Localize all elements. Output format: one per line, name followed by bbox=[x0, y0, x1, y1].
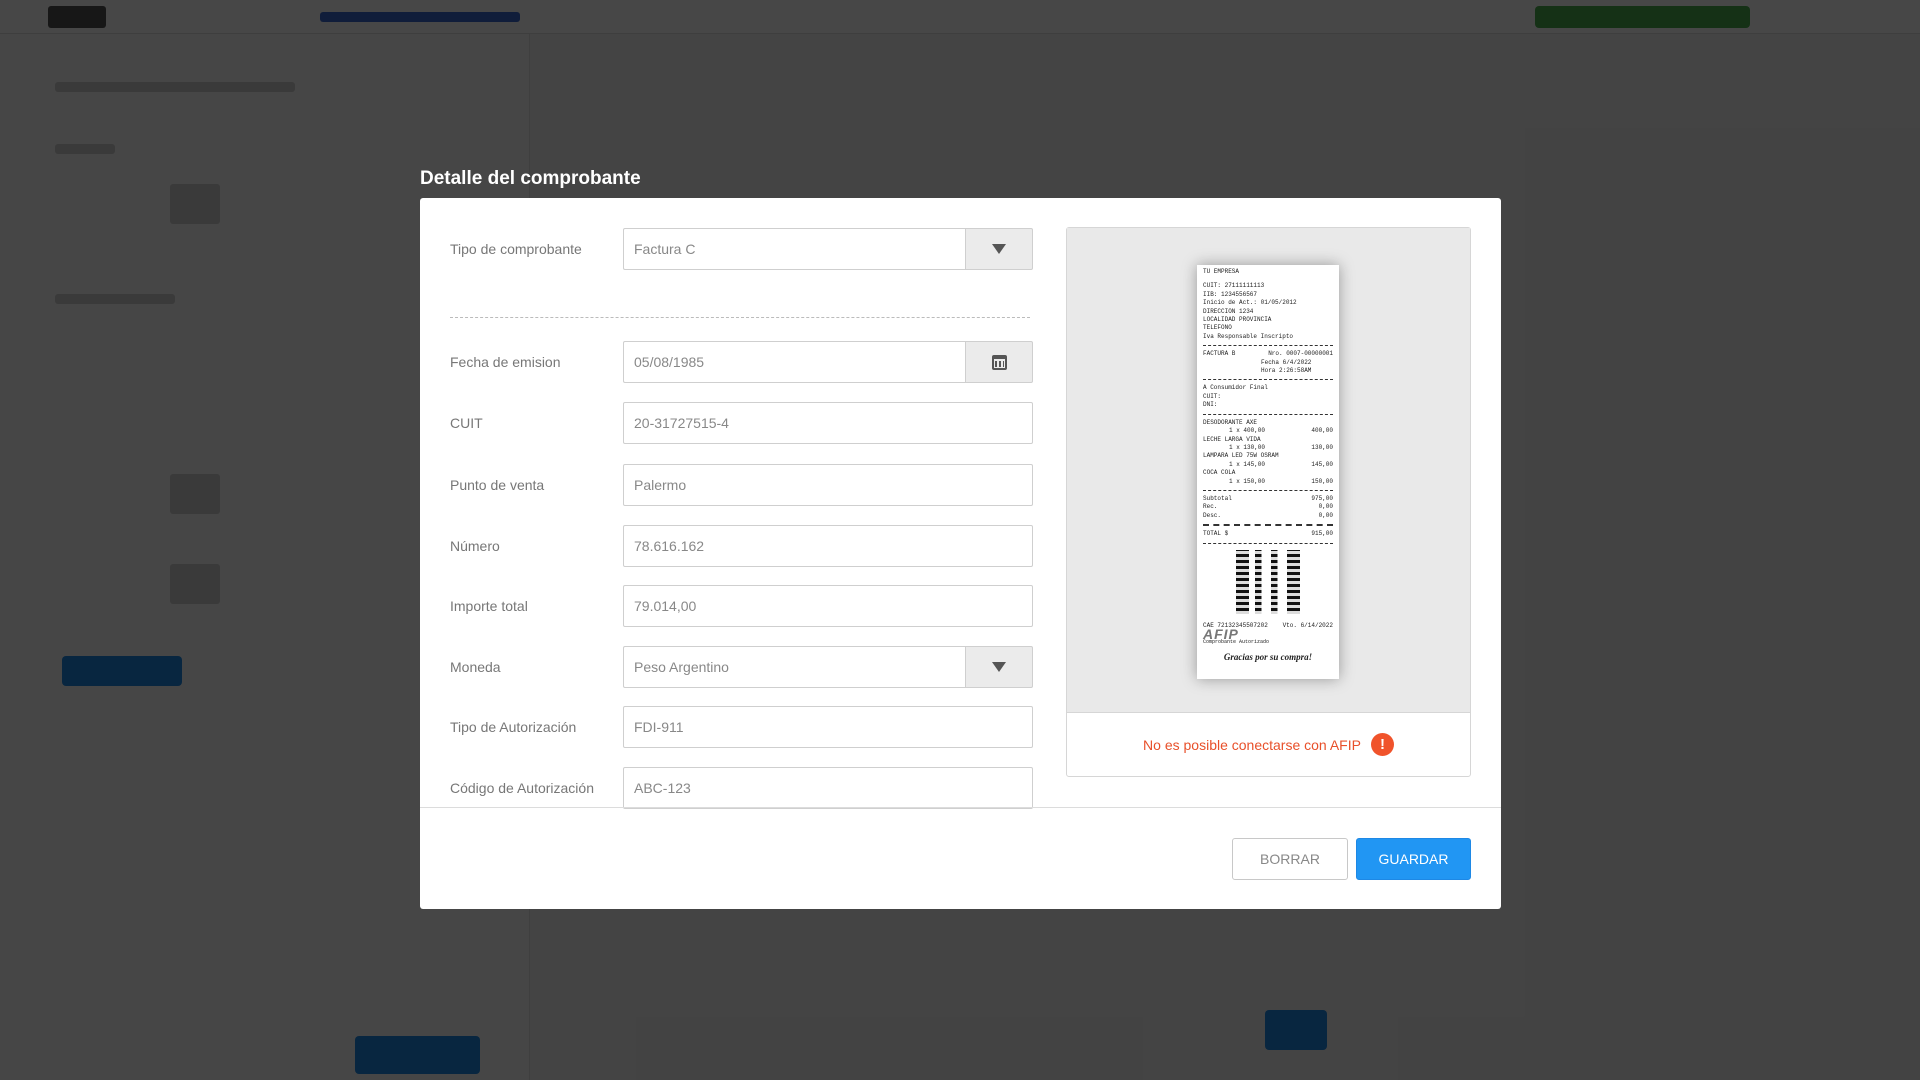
fecha-emision-input[interactable]: 05/08/1985 bbox=[623, 341, 965, 383]
calendar-button[interactable] bbox=[965, 341, 1033, 383]
row-punto-venta: Punto de venta Palermo bbox=[450, 464, 1033, 506]
receipt-telefono: TELEFONO bbox=[1203, 324, 1232, 332]
receipt-item2: LECHE LARGA VIDA bbox=[1203, 435, 1261, 443]
form-separator bbox=[450, 317, 1030, 318]
receipt-item1: DESODORANTE AXE bbox=[1203, 418, 1258, 426]
receipt-item4-total: 150,00 bbox=[1311, 477, 1333, 485]
receipt-item2-qty: 1 x 130,00 bbox=[1229, 443, 1266, 451]
cuit-input[interactable]: 20-31727515-4 bbox=[623, 402, 1033, 444]
receipt-rec: 0,00 bbox=[1318, 503, 1333, 511]
receipt-image-area: TU EMPRESA CUIT: 27111111113 IIB: 123455… bbox=[1067, 228, 1470, 713]
receipt-rec-label: Rec. bbox=[1203, 503, 1218, 511]
label-tipo-autorizacion: Tipo de Autorización bbox=[450, 719, 577, 735]
tipo-autorizacion-input[interactable]: FDI-911 bbox=[623, 706, 1033, 748]
receipt-item3-qty: 1 x 145,00 bbox=[1229, 460, 1266, 468]
label-moneda: Moneda bbox=[450, 659, 501, 675]
moneda-select[interactable]: Peso Argentino bbox=[623, 646, 965, 688]
label-tipo-comprobante: Tipo de comprobante bbox=[450, 241, 582, 257]
row-numero: Número 78.616.162 bbox=[450, 525, 1033, 567]
punto-venta-input[interactable]: Palermo bbox=[623, 464, 1033, 506]
exclamation-icon: ! bbox=[1370, 733, 1394, 756]
receipt-fecha: Fecha 6/4/2022 bbox=[1261, 358, 1312, 366]
receipt-total: 915,00 bbox=[1311, 530, 1333, 538]
receipt-desc: 0,00 bbox=[1318, 511, 1333, 519]
receipt-item2-total: 130,00 bbox=[1311, 443, 1333, 451]
caret-down-icon bbox=[992, 662, 1006, 672]
row-tipo-autorizacion: Tipo de Autorización FDI-911 bbox=[450, 706, 1033, 748]
label-punto-venta: Punto de venta bbox=[450, 477, 545, 493]
receipt-item4: COCA COLA bbox=[1203, 469, 1236, 477]
receipt-direccion: DIRECCION 1234 bbox=[1203, 307, 1254, 315]
numero-input[interactable]: 78.616.162 bbox=[623, 525, 1033, 567]
receipt-divider bbox=[1203, 524, 1333, 527]
receipt-item3: LAMPARA LED 75W OSRAM bbox=[1203, 452, 1279, 460]
receipt-hora: Hora 2:26:58AM bbox=[1261, 367, 1312, 375]
tipo-comprobante-select[interactable]: Factura C bbox=[623, 228, 965, 270]
receipt-desc-label: Desc. bbox=[1203, 511, 1222, 519]
modal-title: Detalle del comprobante bbox=[420, 168, 641, 189]
receipt-vto: Vto. 6/14/2022 bbox=[1282, 621, 1333, 629]
importe-total-input[interactable]: 79.014,00 bbox=[623, 585, 1033, 627]
modal-dialog: Tipo de comprobante Factura C Fecha de e… bbox=[420, 198, 1501, 909]
receipt-divider bbox=[1203, 379, 1333, 381]
label-numero: Número bbox=[450, 538, 500, 554]
label-fecha-emision: Fecha de emision bbox=[450, 354, 561, 370]
moneda-dropdown-button[interactable] bbox=[965, 646, 1033, 688]
receipt-iva: Iva Responsable Inscripto bbox=[1203, 332, 1294, 340]
label-cuit: CUIT bbox=[450, 415, 483, 431]
receipt-subtotal: 975,00 bbox=[1311, 494, 1333, 502]
receipt-consumidor: A Consumidor Final bbox=[1203, 384, 1268, 392]
receipt-cuit2: CUIT: bbox=[1203, 392, 1222, 400]
receipt-autorizado: Comprobante Autorizado bbox=[1203, 639, 1270, 646]
receipt-iib: IIB: 1234556567 bbox=[1203, 290, 1258, 298]
receipt-company: TU EMPRESA bbox=[1203, 268, 1240, 275]
receipt-localidad: LOCALIDAD PROVINCIA bbox=[1203, 316, 1272, 324]
afip-logo: AFIP bbox=[1203, 625, 1239, 642]
guardar-button[interactable]: GUARDAR bbox=[1356, 838, 1471, 880]
tipo-comprobante-dropdown-button[interactable] bbox=[965, 228, 1033, 270]
receipt-total-label: TOTAL $ bbox=[1203, 530, 1229, 538]
receipt-image[interactable]: TU EMPRESA CUIT: 27111111113 IIB: 123455… bbox=[1197, 265, 1339, 679]
receipt-thanks: Gracias por su compra! bbox=[1223, 651, 1313, 662]
afip-warning-text: No es posible conectarse con AFIP bbox=[1143, 736, 1361, 753]
footer-divider bbox=[420, 807, 1501, 808]
qr-code-icon bbox=[1236, 549, 1300, 614]
borrar-button[interactable]: BORRAR bbox=[1232, 838, 1348, 880]
calendar-icon bbox=[991, 354, 1007, 370]
receipt-item4-qty: 1 x 150,00 bbox=[1229, 477, 1266, 485]
codigo-autorizacion-input[interactable]: ABC-123 bbox=[623, 767, 1033, 809]
receipt-cuit: CUIT: 27111111113 bbox=[1203, 282, 1265, 290]
receipt-divider bbox=[1203, 413, 1333, 415]
receipt-inicio: Inicio de Act.: 01/05/2012 bbox=[1203, 299, 1297, 307]
afip-warning: No es posible conectarse con AFIP ! bbox=[1067, 713, 1470, 776]
row-cuit: CUIT 20-31727515-4 bbox=[450, 402, 1033, 444]
row-fecha-emision: Fecha de emision 05/08/1985 bbox=[450, 341, 1033, 383]
receipt-subtotal-label: Subtotal bbox=[1203, 494, 1232, 502]
receipt-item1-qty: 1 x 400,00 bbox=[1229, 427, 1266, 435]
receipt-item3-total: 145,00 bbox=[1311, 460, 1333, 468]
receipt-divider bbox=[1203, 542, 1333, 544]
receipt-preview-panel: TU EMPRESA CUIT: 27111111113 IIB: 123455… bbox=[1066, 227, 1471, 777]
receipt-divider bbox=[1203, 489, 1333, 491]
row-moneda: Moneda Peso Argentino bbox=[450, 646, 1033, 688]
label-importe-total: Importe total bbox=[450, 598, 528, 614]
receipt-factura: FACTURA B bbox=[1203, 350, 1236, 358]
receipt-item1-total: 400,00 bbox=[1311, 427, 1333, 435]
receipt-divider bbox=[1203, 345, 1333, 347]
caret-down-icon bbox=[992, 244, 1006, 254]
row-importe-total: Importe total 79.014,00 bbox=[450, 585, 1033, 627]
row-tipo-comprobante: Tipo de comprobante Factura C bbox=[450, 228, 1033, 270]
receipt-dni: DNI: bbox=[1203, 401, 1218, 409]
label-codigo-autorizacion: Código de Autorización bbox=[450, 780, 594, 796]
row-codigo-autorizacion: Código de Autorización ABC-123 bbox=[450, 767, 1033, 809]
receipt-nro: Nro. 0007-00000001 bbox=[1268, 350, 1333, 358]
